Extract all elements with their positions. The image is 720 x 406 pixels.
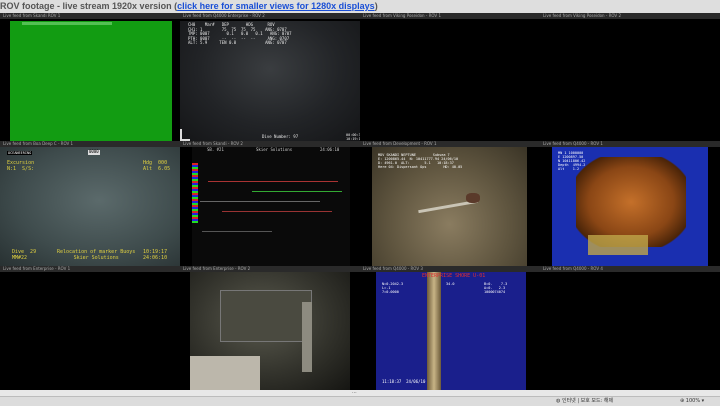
sensor-time: 00:00:31 10:19:17 [346,133,360,141]
pipe-vertical [302,302,312,372]
wellhead-equipment [588,235,648,255]
oceaneering-tag: OCEANEERING [7,151,33,156]
orange-readout: MN 1 1000000 E 1200897.50 N 10411806.42 … [558,151,586,172]
green-noise-strip [22,22,112,25]
feed-cell-11[interactable]: Live feed from Q4000 - ROV 3 ENTERPRISE … [360,266,540,390]
feed-caption: Live feed from Enterprise - ROV 1 [0,266,180,272]
skandi-company: Skier Solutions [256,147,293,152]
feed-cell-7[interactable]: Live feed from Development - ROV 1 MDV S… [360,141,540,266]
title-suffix: ) [374,1,378,11]
page-title: ROV footage - live stream 1920x version … [0,0,720,13]
feed-video-machinery[interactable] [190,272,350,390]
skandi-tag: SB. #21 [207,147,224,152]
zoom-level: 100% [685,398,701,404]
heading-alt: Hdg 000 Alt 6.05 [143,160,171,172]
pipe-center-readout: 34.0 [446,282,455,286]
feed-frame-corner [180,129,190,141]
feed-video-boa[interactable]: OCEANEERING 0000 Excursion N:1 S/S: Hdg … [0,147,180,266]
feed-video-skandi[interactable]: SB. #21 Skier Solutions 24:06:10 [192,147,350,266]
feed-cell-3[interactable]: Live feed from Viking Poseidon - ROV 1 [360,13,540,141]
sensor-readout: CH0 Mar# DEP HDG ROV CH1: 1 75 75 75 75 … [188,22,292,46]
dive-number: Dive Number: 97 [262,134,299,139]
interference-bar [192,163,198,223]
feed-cell-6[interactable]: Live feed from Skandi - ROV 2 SB. #21 Sk… [180,141,360,266]
noise-line [202,231,272,232]
pipe-title: ENTERPRISE SHORE U-01 [422,273,486,279]
feed-cell-2[interactable]: Live feed from Q4000 Enterprise - ROV 2 … [180,13,360,141]
title-text: ROV footage - live stream 1920x version … [0,1,178,11]
feed-caption: Live feed from Skandi ROV 1 [0,13,180,19]
feed-video-sensor[interactable]: CH0 Mar# DEP HDG ROV CH1: 1 75 75 75 75 … [180,21,360,141]
seabed-object [466,193,480,203]
dive-info: Dive 29 MM#22 [12,249,37,261]
neptune-readout: MDV SKANDI NEPTUNE Subsea 7 E: 1200865.4… [378,153,463,170]
noise-line [208,181,338,182]
boa-time: 10:19:17 24:06:10 [143,249,168,261]
excursion-label: Excursion N:1 S/S: [7,160,35,172]
feed-caption: Live feed from Q4000 - ROV 4 [540,266,720,272]
feed-cell-5[interactable]: Live feed from Boa Deep C - ROV 1 OCEANE… [0,141,180,266]
skandi-date: 24:06:10 [320,147,340,152]
feed-video-green[interactable] [10,21,172,141]
feed-cell-10[interactable]: Live feed from Enterprise - ROV 2 [180,266,360,390]
rov-manipulator [190,356,260,390]
feed-video-orange[interactable]: MN 1 1000000 E 1200897.50 N 10411806.42 … [552,147,708,266]
subsea-structure [220,290,312,342]
video-grid: Live feed from Skandi ROV 1 Live feed fr… [0,13,720,390]
riser-pipe [427,272,441,390]
center-tag: 0000 [88,149,100,155]
feed-caption: Live feed from Viking Poseidon - ROV 1 [360,13,540,19]
feed-cell-9[interactable]: Live feed from Enterprise - ROV 1 [0,266,180,390]
feed-video-neptune[interactable]: MDV SKANDI NEPTUNE Subsea 7 E: 1200865.4… [372,147,527,266]
globe-icon: ◍ [556,398,561,404]
task-info: Relocation of marker Buoys Skier Solutio… [57,249,136,261]
pipe-right-readout: B=0. 7.3 A=0. 2.3 1000074074 [484,282,508,295]
oil-plume [576,157,686,247]
pipe-time: 11:18:37 24/06/10 [382,379,426,384]
pipe-left-readout: N=0.2042.3 L=.1 7=0.0000 [382,282,404,295]
feed-cell-12[interactable]: Live feed from Q4000 - ROV 4 [540,266,720,390]
feed-caption: Live feed from Viking Poseidon - ROV 2 [540,13,720,19]
feed-cell-4[interactable]: Live feed from Viking Poseidon - ROV 2 [540,13,720,141]
noise-line [200,201,320,202]
feed-video-pipe[interactable]: ENTERPRISE SHORE U-01 N=0.2042.3 L=.1 7=… [376,272,526,390]
feed-cell-1[interactable]: Live feed from Skandi ROV 1 [0,13,180,141]
zoom-icon: ⊕ [680,398,685,404]
noise-line [252,191,342,192]
noise-line [222,211,332,212]
zone-label: 인터넷 | 보호 모드: 해제 [561,398,614,404]
feed-cell-8[interactable]: Live feed from Q4000 - ROV 1 MN 1 100000… [540,141,720,266]
smaller-views-link[interactable]: click here for smaller views for 1280x d… [177,1,375,11]
feed-caption: Live feed from Q4000 Enterprise - ROV 2 [180,13,360,19]
